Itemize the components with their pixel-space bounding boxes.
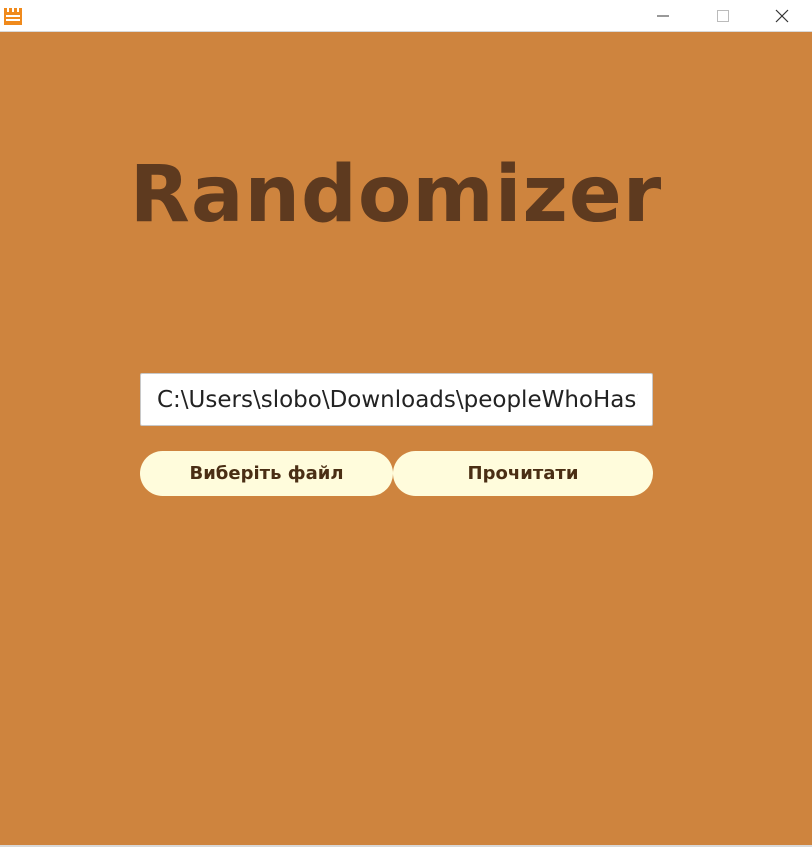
app-title: Randomizer [129,150,663,240]
title-bar[interactable] [0,0,812,32]
maximize-icon [717,10,729,22]
read-button[interactable]: Прочитати [393,451,653,496]
minimize-button[interactable] [640,0,686,32]
close-icon [775,9,789,23]
minimize-icon [657,10,669,22]
castle-app-icon [3,6,23,26]
choose-file-button[interactable]: Виберіть файл [140,451,393,496]
app-window: Randomizer Виберіть файл Прочитати [0,0,812,847]
maximize-button[interactable] [700,0,746,32]
close-button[interactable] [759,0,805,32]
file-path-input[interactable] [140,373,653,426]
main-content: Randomizer Виберіть файл Прочитати [0,32,812,845]
